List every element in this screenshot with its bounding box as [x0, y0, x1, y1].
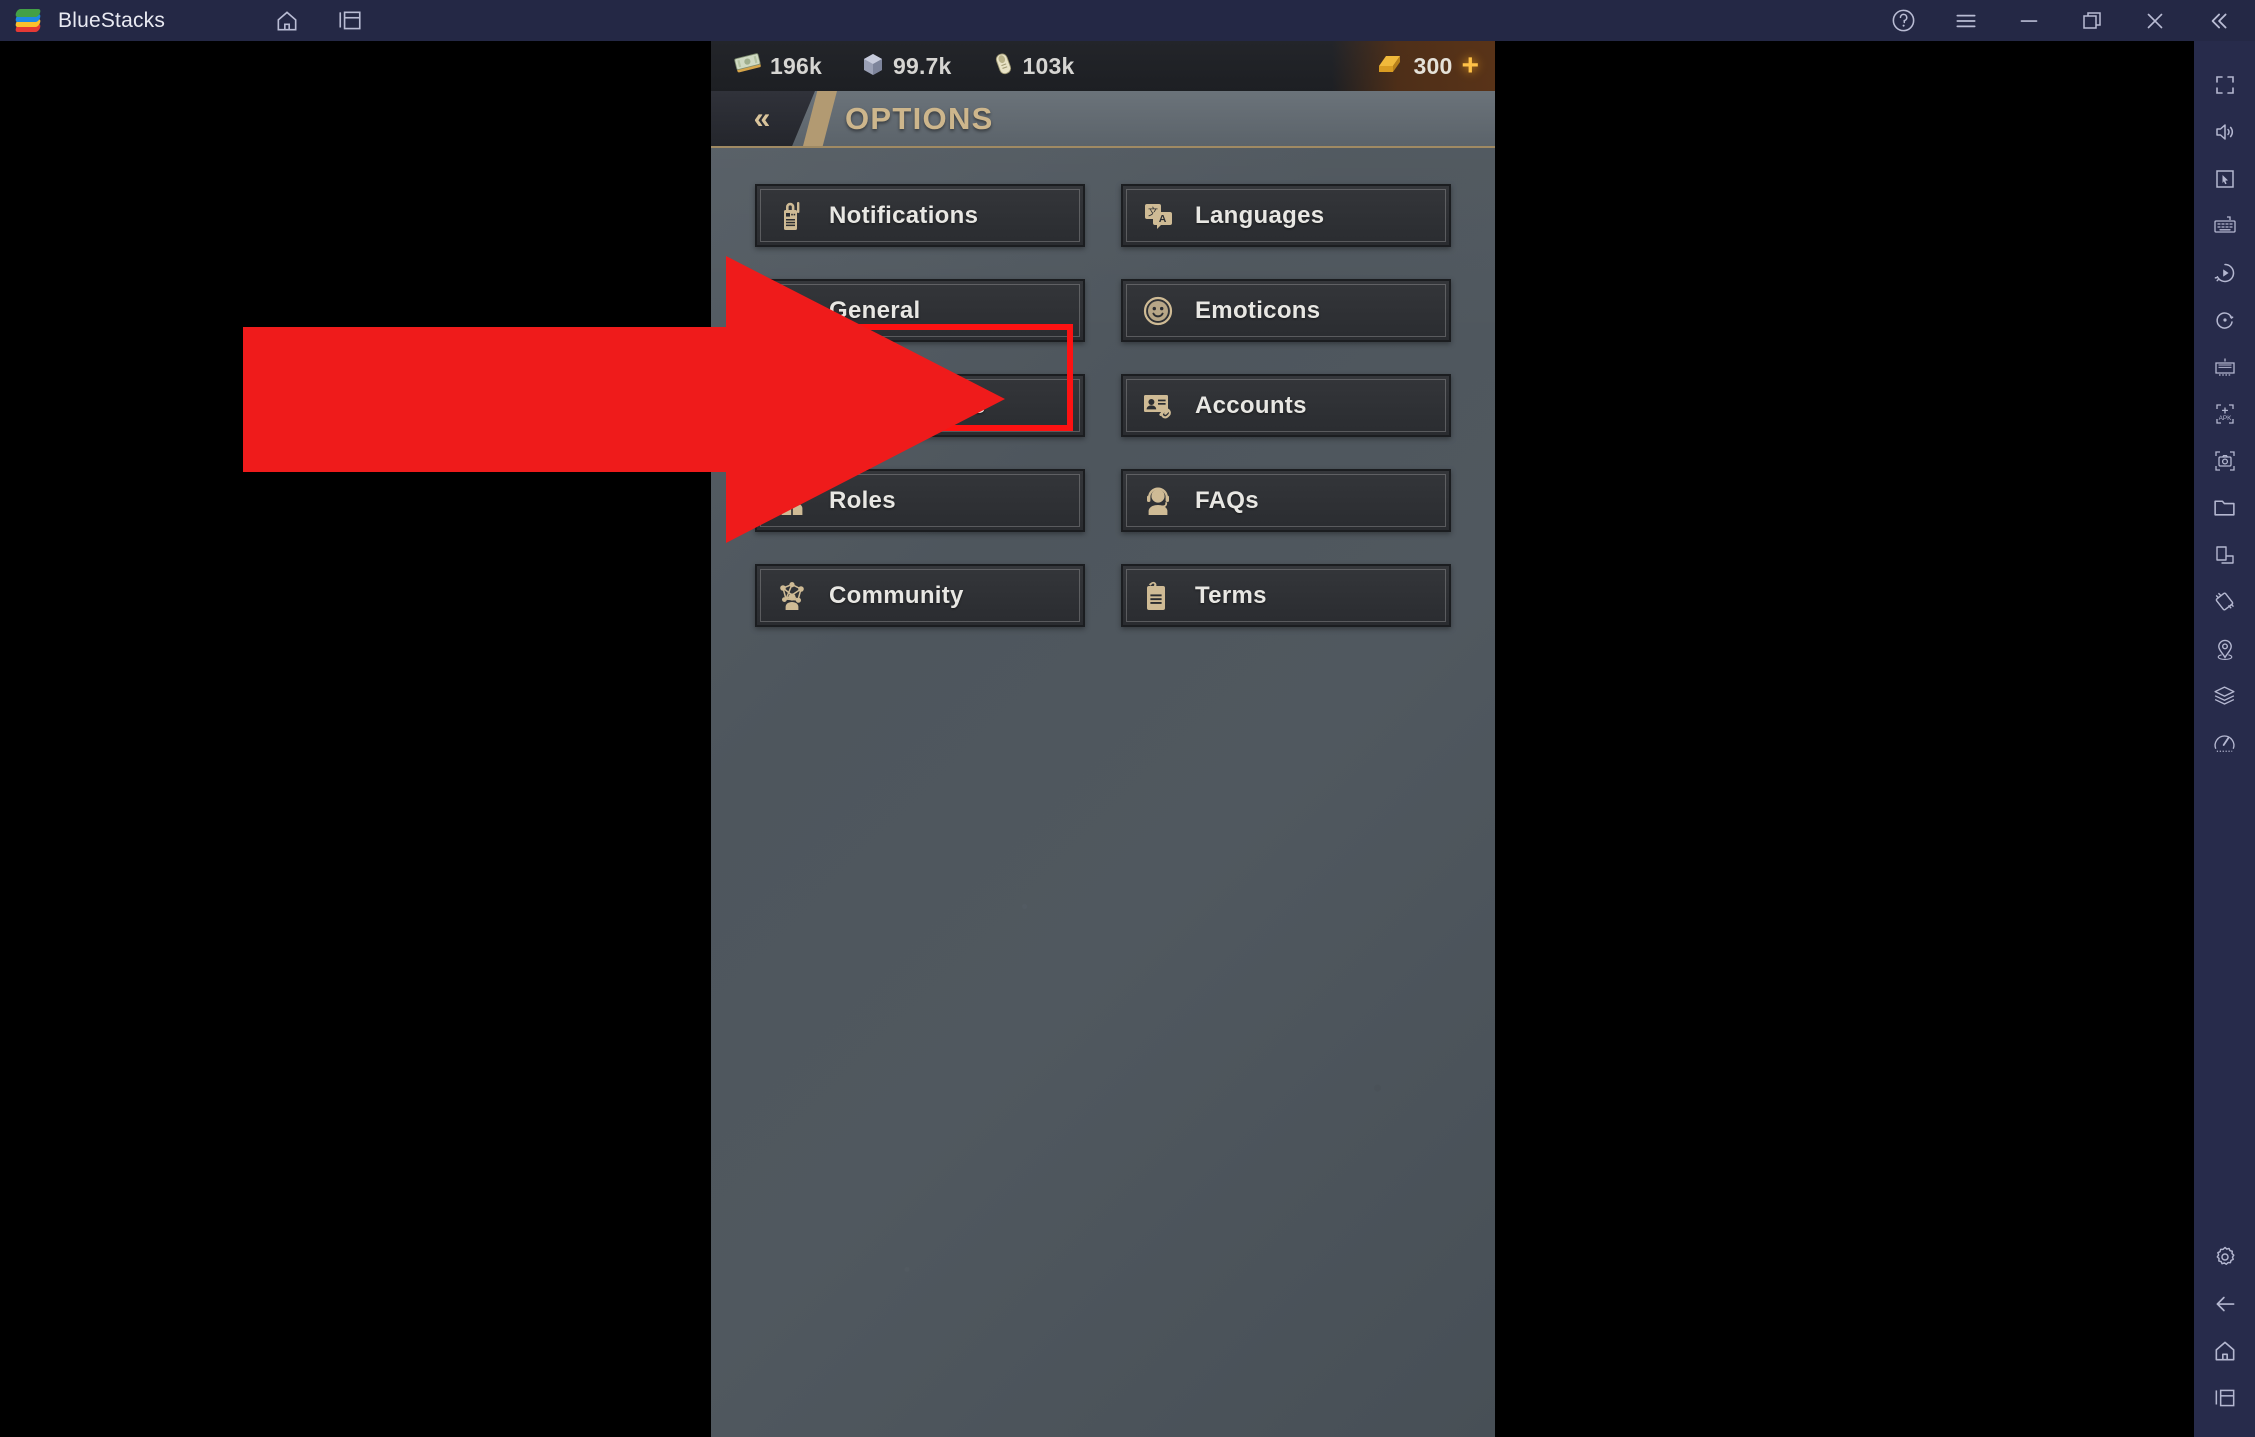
settings-gear-icon[interactable] [2199, 1233, 2251, 1280]
back-chevron-icon: « [753, 101, 771, 135]
app-title: BlueStacks [58, 8, 166, 32]
option-button-languages[interactable]: 文 A Languages [1121, 184, 1451, 247]
gear-icon [773, 292, 811, 330]
bluestacks-logo-icon [14, 6, 44, 36]
multi-instance-sync-icon[interactable] [2199, 343, 2251, 390]
option-button-accounts[interactable]: Accounts [1121, 374, 1451, 437]
option-button-emoticons[interactable]: Emoticons [1121, 279, 1451, 342]
option-button-general[interactable]: General [755, 279, 1085, 342]
social-network-icon [773, 577, 811, 615]
premium-currency[interactable]: 300 + [1332, 41, 1495, 91]
add-premium-button[interactable]: + [1461, 51, 1479, 81]
maximize-icon[interactable] [2077, 6, 2107, 36]
game-viewport: 196k 99.7k 103k 300 + « OPTIONS Notifica… [711, 41, 1495, 1437]
translate-icon: 文 A [1139, 197, 1177, 235]
options-grid: Notifications 文 A Languages General Emot… [711, 184, 1495, 627]
titlebar-right-actions [1888, 6, 2233, 36]
option-label: Emoticons [1195, 296, 1321, 324]
media-folder-icon[interactable] [2199, 484, 2251, 531]
titlebar: BlueStacks [0, 0, 2255, 41]
fullscreen-icon[interactable] [2199, 61, 2251, 108]
collapse-sidebar-icon[interactable] [2203, 6, 2233, 36]
option-label: FAQs [1195, 486, 1259, 514]
back-button[interactable]: « [711, 91, 815, 146]
bluestacks-sidebar: APK [2194, 41, 2255, 1437]
resource-list: 196k 99.7k 103k [733, 50, 1105, 83]
option-label: Notifications [829, 201, 979, 229]
option-button-commanders[interactable]: Commanders [755, 374, 1085, 437]
tilt-icon[interactable] [2199, 578, 2251, 625]
option-label: Languages [1195, 201, 1325, 229]
id-card-link-icon [1139, 387, 1177, 425]
option-label: Roles [829, 486, 896, 514]
close-icon[interactable] [2140, 6, 2170, 36]
home-icon[interactable] [2199, 1327, 2251, 1374]
cash-icon [733, 51, 763, 82]
metal-icon [860, 51, 886, 82]
food-icon [990, 50, 1016, 83]
eco-mode-icon[interactable] [2199, 672, 2251, 719]
headset-support-icon [1139, 482, 1177, 520]
multi-instance-icon[interactable] [335, 6, 365, 36]
option-label: Accounts [1195, 391, 1307, 419]
resource-value: 196k [770, 52, 822, 79]
back-arrow-icon[interactable] [2199, 1280, 2251, 1327]
svg-text:A: A [1159, 213, 1167, 225]
recent-apps-icon[interactable] [2199, 1374, 2251, 1421]
premium-value: 300 [1413, 52, 1453, 79]
performance-icon[interactable] [2199, 719, 2251, 766]
titlebar-left-actions [272, 6, 365, 36]
resource-cash[interactable]: 196k [733, 51, 822, 82]
macro-recorder-icon[interactable] [2199, 249, 2251, 296]
document-clipboard-icon [1139, 577, 1177, 615]
option-button-terms[interactable]: Terms [1121, 564, 1451, 627]
option-button-notifications[interactable]: Notifications [755, 184, 1085, 247]
install-apk-icon[interactable]: APK [2199, 390, 2251, 437]
option-label: Community [829, 581, 964, 609]
option-button-faqs[interactable]: FAQs [1121, 469, 1451, 532]
walkie-talkie-icon [773, 197, 811, 235]
officer-icon [773, 482, 811, 520]
sidebar-bottom-group [2199, 1233, 2251, 1437]
resource-food[interactable]: 103k [990, 50, 1075, 83]
screenshot-icon[interactable] [2199, 437, 2251, 484]
resource-metal[interactable]: 99.7k [860, 51, 952, 82]
screen-record-icon[interactable] [2199, 531, 2251, 578]
help-icon[interactable] [1888, 6, 1918, 36]
resource-value: 103k [1022, 52, 1075, 79]
smiley-face-icon [1139, 292, 1177, 330]
options-header: « OPTIONS [711, 91, 1495, 148]
cursor-pointer-icon[interactable] [2199, 155, 2251, 202]
commander-search-icon [773, 387, 811, 425]
home-icon[interactable] [272, 6, 302, 36]
location-icon[interactable] [2199, 625, 2251, 672]
option-label: General [829, 296, 921, 324]
app-window: BlueStacks APK 196k 99.7k 103k 300 + « O… [0, 0, 2255, 1437]
resource-bar: 196k 99.7k 103k 300 + [711, 41, 1495, 91]
option-button-community[interactable]: Community [755, 564, 1085, 627]
volume-icon[interactable] [2199, 108, 2251, 155]
resource-value: 99.7k [892, 52, 952, 79]
keyboard-controls-icon[interactable] [2199, 202, 2251, 249]
option-label: Commanders [829, 391, 986, 419]
rotate-icon[interactable] [2199, 296, 2251, 343]
sidebar-top-group: APK [2199, 41, 2251, 766]
option-label: Terms [1195, 581, 1267, 609]
page-title: OPTIONS [845, 100, 994, 136]
hamburger-menu-icon[interactable] [1951, 6, 1981, 36]
svg-text:APK: APK [2218, 415, 2232, 422]
option-button-roles[interactable]: Roles [755, 469, 1085, 532]
gold-icon [1376, 51, 1404, 82]
minimize-icon[interactable] [2014, 6, 2044, 36]
